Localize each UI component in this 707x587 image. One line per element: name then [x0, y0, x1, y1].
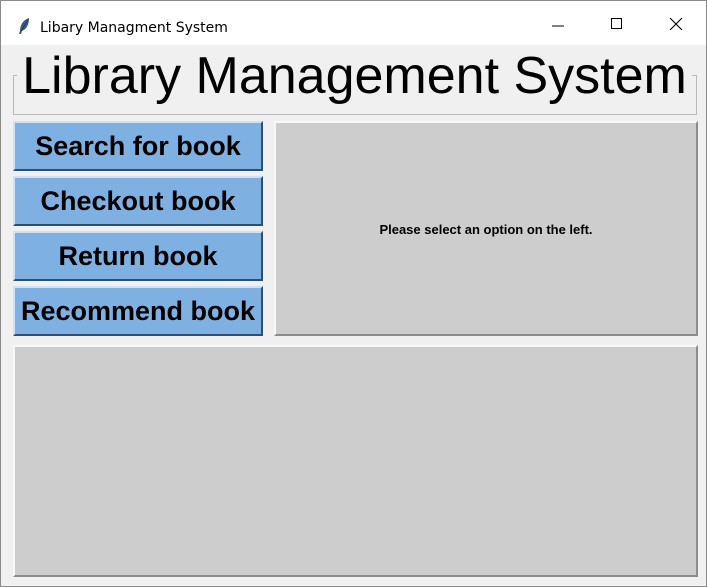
- info-panel: Please select an option on the left.: [274, 121, 698, 336]
- feather-icon: [17, 17, 31, 35]
- minimize-icon: [552, 25, 564, 27]
- title-bar[interactable]: Libary Managment System: [1, 1, 706, 45]
- recommend-book-button[interactable]: Recommend book: [13, 286, 263, 336]
- maximize-icon: [611, 18, 622, 29]
- close-button[interactable]: [653, 1, 699, 45]
- minimize-button[interactable]: [535, 1, 581, 45]
- close-icon: [669, 17, 683, 30]
- checkout-book-button[interactable]: Checkout book: [13, 176, 263, 226]
- app-window: Libary Managment System Library Manageme…: [0, 0, 707, 587]
- page-title: Library Management System: [17, 47, 692, 105]
- return-book-button[interactable]: Return book: [13, 231, 263, 281]
- output-panel: [13, 345, 698, 577]
- search-book-button[interactable]: Search for book: [13, 121, 263, 171]
- info-message: Please select an option on the left.: [379, 222, 593, 237]
- window-title: Libary Managment System: [40, 20, 228, 36]
- maximize-button[interactable]: [593, 1, 639, 45]
